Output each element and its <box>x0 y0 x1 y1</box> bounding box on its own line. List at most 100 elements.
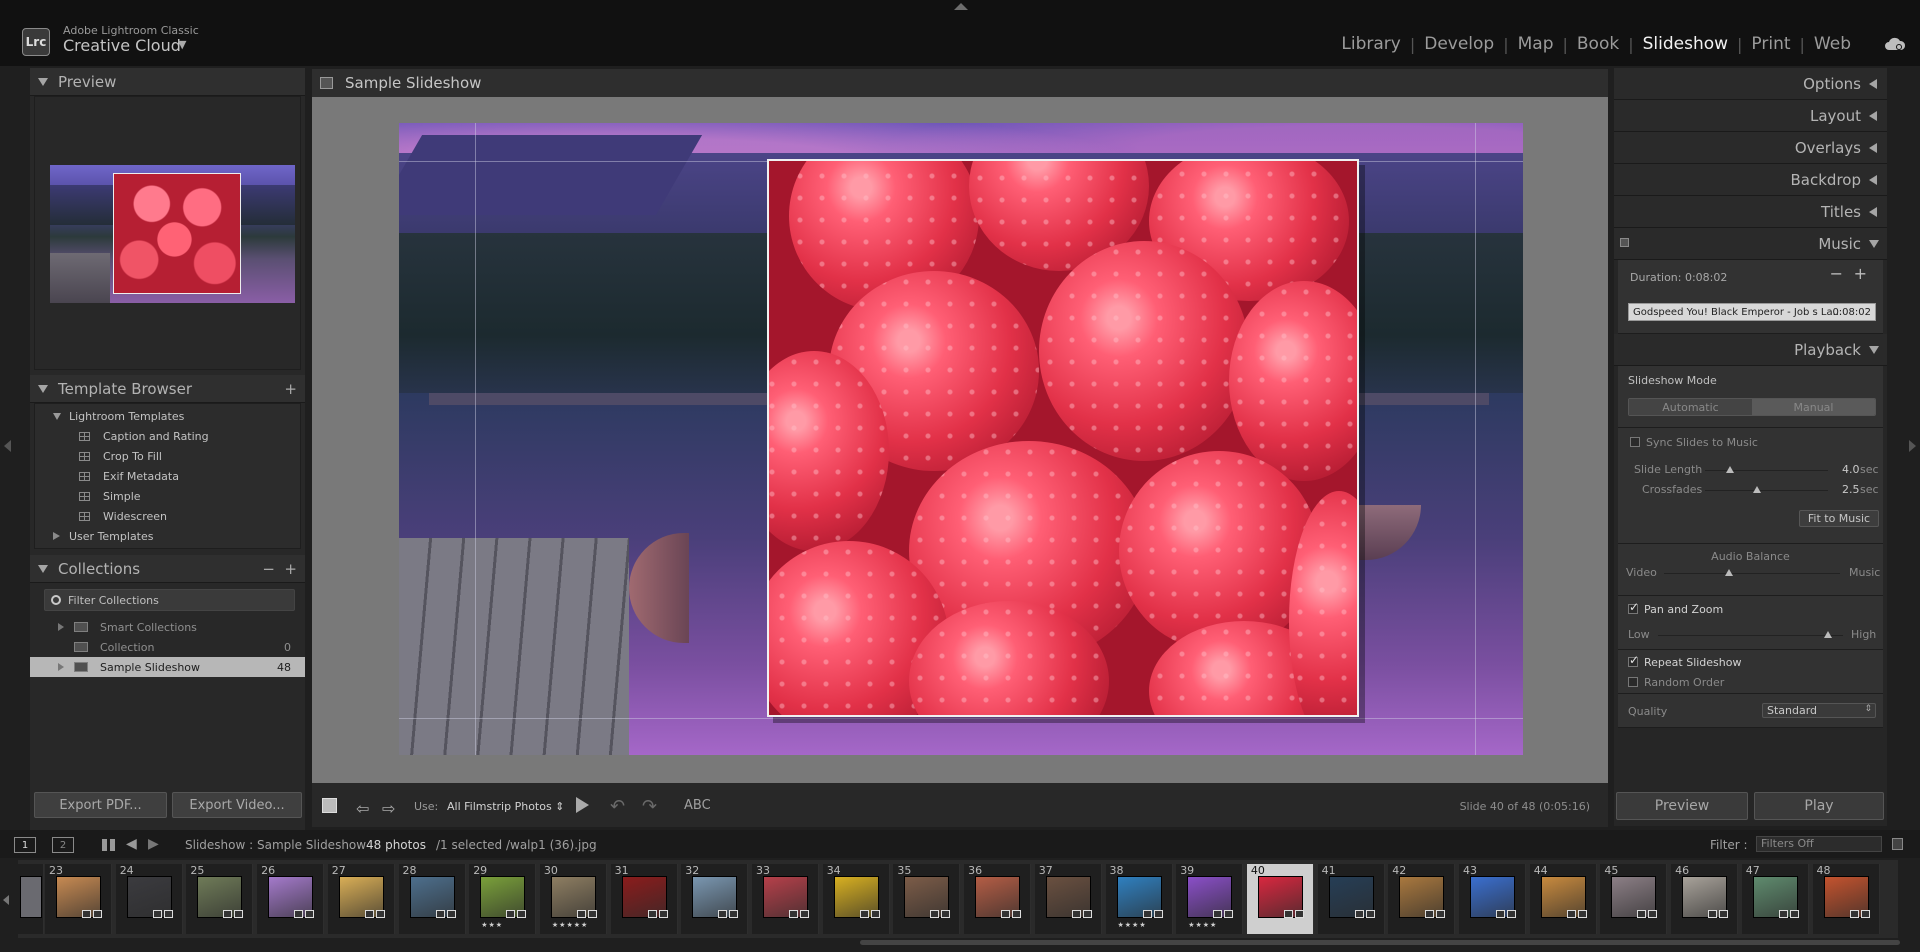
mode-automatic-button[interactable]: Automatic <box>1629 399 1752 415</box>
panel-header-layout[interactable]: Layout <box>1614 100 1887 132</box>
add-text-button[interactable]: ABC <box>684 798 711 813</box>
music-enable-toggle[interactable] <box>1620 238 1629 247</box>
module-slideshow[interactable]: Slideshow <box>1634 34 1737 54</box>
collections-header[interactable]: Collections − + <box>30 555 305 583</box>
second-window-button[interactable]: 2 <box>52 837 74 853</box>
template-item[interactable]: Exif Metadata <box>35 466 300 486</box>
export-pdf-button[interactable]: Export PDF... <box>34 792 167 818</box>
filmstrip-cell[interactable]: 42 <box>1388 864 1456 934</box>
edit-badge-icon[interactable] <box>1436 910 1446 918</box>
slideshow-badge-icon[interactable] <box>223 910 233 918</box>
module-print[interactable]: Print <box>1742 34 1799 54</box>
preview-slideshow-button[interactable]: Preview <box>1616 792 1748 820</box>
back-arrow-icon[interactable]: ◀ <box>126 836 137 852</box>
rotate-left-icon[interactable]: ↶ <box>610 796 625 817</box>
collection-expand-icon[interactable] <box>58 663 64 671</box>
play-slideshow-button[interactable]: Play <box>1754 792 1884 820</box>
play-preview-icon[interactable] <box>576 797 589 813</box>
slideshow-badge-icon[interactable] <box>1142 910 1152 918</box>
audio-balance-knob[interactable] <box>1725 569 1734 576</box>
filmstrip-cell[interactable]: 28 <box>398 864 466 934</box>
filmstrip-cell[interactable]: 38 ★★★★ <box>1105 864 1173 934</box>
edit-badge-icon[interactable] <box>587 910 597 918</box>
filter-lock-icon[interactable] <box>1892 838 1903 850</box>
edit-badge-icon[interactable] <box>1224 910 1234 918</box>
edit-badge-icon[interactable] <box>1082 910 1092 918</box>
edit-badge-icon[interactable] <box>234 910 244 918</box>
filmstrip-cell[interactable]: 47 <box>1741 864 1809 934</box>
identity-dropdown-caret[interactable]: ▼ <box>178 38 186 51</box>
pan-zoom-knob[interactable] <box>1824 631 1833 638</box>
filmstrip-cell[interactable]: 25 <box>186 864 254 934</box>
panel-header-overlays[interactable]: Overlays <box>1614 132 1887 164</box>
selection-info[interactable]: /1 selected /walp1 (36).jpg <box>436 838 597 852</box>
filmstrip-cell[interactable]: 29 ★★★ <box>469 864 537 934</box>
filmstrip-cell-selected[interactable]: 40 <box>1246 864 1314 934</box>
slideshow-badge-icon[interactable] <box>1425 910 1435 918</box>
slideshow-badge-icon[interactable] <box>435 910 445 918</box>
add-collection-button[interactable]: + <box>284 560 297 578</box>
slideshow-badge-icon[interactable] <box>1637 910 1647 918</box>
filmstrip-cell[interactable]: 37 <box>1034 864 1102 934</box>
sync-slides-checkbox[interactable] <box>1630 437 1640 447</box>
audio-balance-slider[interactable] <box>1664 569 1840 576</box>
crossfades-slider[interactable] <box>1705 486 1828 493</box>
module-map[interactable]: Map <box>1509 34 1563 54</box>
add-music-button[interactable]: + <box>1854 264 1867 283</box>
edit-badge-icon[interactable] <box>941 910 951 918</box>
filmstrip-cell[interactable]: 45 <box>1600 864 1668 934</box>
slideshow-badge-icon[interactable] <box>1708 910 1718 918</box>
filmstrip-cell[interactable]: 46 <box>1671 864 1739 934</box>
filmstrip-cell[interactable]: 23 <box>45 864 112 934</box>
edit-badge-icon[interactable] <box>163 910 173 918</box>
filmstrip-cell[interactable]: 30 ★★★★★ <box>539 864 607 934</box>
edit-badge-icon[interactable] <box>729 910 739 918</box>
slideshow-badge-icon[interactable] <box>1354 910 1364 918</box>
filmstrip-cell[interactable]: 32 <box>681 864 749 934</box>
music-panel-header[interactable]: Music <box>1614 228 1887 260</box>
fit-to-music-button[interactable]: Fit to Music <box>1799 510 1879 527</box>
slideshow-badge-icon[interactable] <box>152 910 162 918</box>
mode-manual-button[interactable]: Manual <box>1752 399 1875 415</box>
edit-badge-icon[interactable] <box>800 910 809 918</box>
filmstrip-cell-partial[interactable] <box>18 864 44 934</box>
edit-badge-icon[interactable] <box>446 910 456 918</box>
remove-collection-button[interactable]: − <box>262 560 275 578</box>
slideshow-badge-icon[interactable] <box>789 910 798 918</box>
slide-length-slider[interactable] <box>1705 466 1828 473</box>
filmstrip-cell[interactable]: 39 ★★★★ <box>1176 864 1244 934</box>
slideshow-badge-icon[interactable] <box>1071 910 1081 918</box>
edit-badge-icon[interactable] <box>1012 910 1022 918</box>
slideshow-badge-icon[interactable] <box>1496 910 1505 918</box>
slideshow-badge-icon[interactable] <box>1001 910 1011 918</box>
module-library[interactable]: Library <box>1332 34 1409 54</box>
edit-badge-icon[interactable] <box>1789 910 1799 918</box>
filmstrip-scrollbar[interactable] <box>860 940 1900 945</box>
slideshow-badge-icon[interactable] <box>364 910 374 918</box>
panel-header-backdrop[interactable]: Backdrop <box>1614 164 1887 196</box>
crossfades-value[interactable]: 2.5 <box>1842 483 1860 496</box>
module-book[interactable]: Book <box>1568 34 1628 54</box>
slideshow-badge-icon[interactable] <box>1778 910 1788 918</box>
filmstrip-cell[interactable]: 24 <box>115 864 183 934</box>
panel-header-options[interactable]: Options <box>1614 68 1887 100</box>
module-develop[interactable]: Develop <box>1415 34 1503 54</box>
edit-badge-icon[interactable] <box>1153 910 1163 918</box>
edit-badge-icon[interactable] <box>1365 910 1375 918</box>
edit-badge-icon[interactable] <box>870 910 880 918</box>
slideshow-badge-icon[interactable] <box>1213 910 1223 918</box>
left-panel-toggle-icon[interactable] <box>4 440 11 452</box>
collection-expand-icon[interactable] <box>58 623 64 631</box>
stop-icon[interactable] <box>322 798 337 813</box>
filmstrip-scroll-left-icon[interactable] <box>3 895 9 905</box>
cloud-sync-icon[interactable] <box>1884 36 1906 52</box>
collection-item[interactable]: Smart Collections <box>30 617 305 637</box>
template-folder-lightroom[interactable]: Lightroom Templates <box>35 406 300 426</box>
slideshow-badge-icon[interactable] <box>930 910 940 918</box>
filmstrip-cell[interactable]: 35 <box>893 864 961 934</box>
slideshow-badge-icon[interactable] <box>294 910 304 918</box>
template-folder-user[interactable]: User Templates <box>35 526 300 546</box>
filter-collections-input[interactable]: Filter Collections <box>44 589 295 611</box>
template-item[interactable]: Caption and Rating <box>35 426 300 446</box>
music-track-row[interactable]: Godspeed You! Black Emperor - Job s La..… <box>1628 303 1876 321</box>
